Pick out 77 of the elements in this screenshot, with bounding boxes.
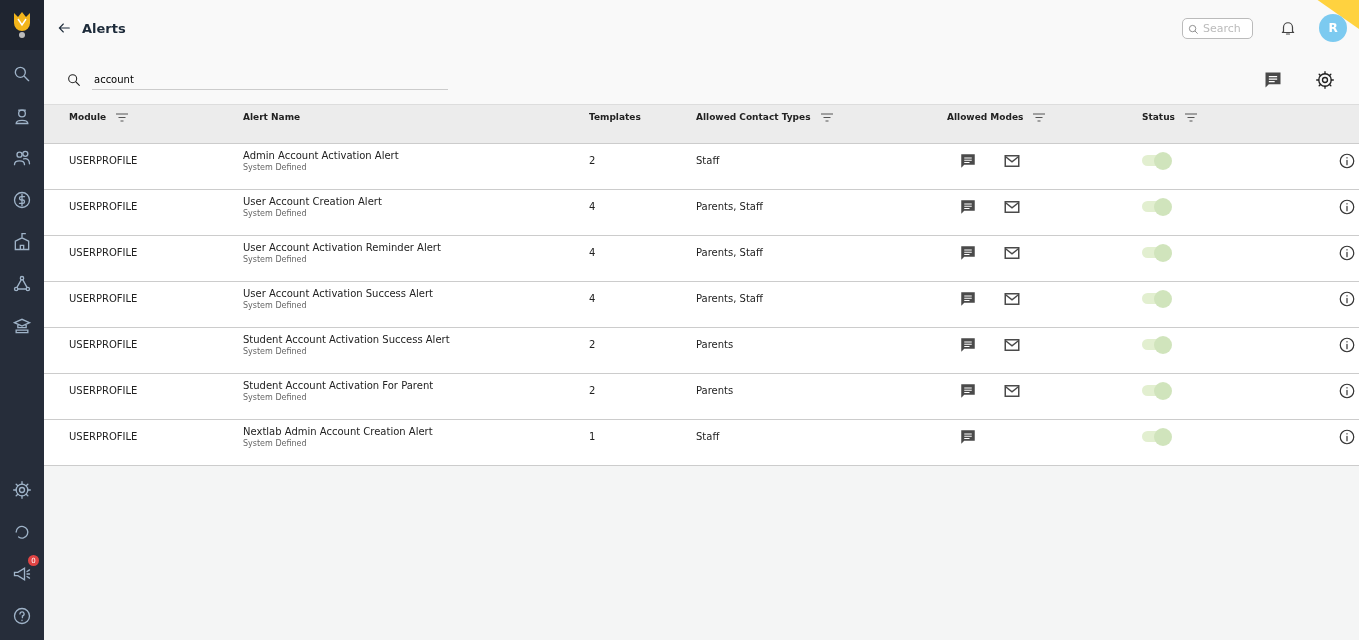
help-icon[interactable]: [12, 606, 32, 626]
logo-icon[interactable]: [12, 11, 32, 39]
alert-type: System Defined: [243, 162, 308, 172]
search-icon[interactable]: [12, 64, 32, 84]
column-header: Allowed Contact Types: [696, 112, 811, 122]
table-cell-text: 1: [589, 431, 597, 443]
megaphone-icon[interactable]: [12, 564, 32, 584]
alert-type: System Defined: [243, 392, 308, 402]
table-cell-text: Staff: [696, 155, 721, 167]
table-cell-text: 4: [589, 293, 597, 305]
people-icon[interactable]: [12, 148, 32, 168]
table-cell-text: USERPROFILE: [69, 247, 139, 259]
info-icon[interactable]: [1338, 243, 1356, 262]
alert-name: User Account Creation Alert: [243, 195, 383, 207]
filter-icon[interactable]: [116, 112, 129, 122]
page-title: Alerts: [82, 20, 126, 36]
message-icon: [959, 197, 977, 216]
alert-name: Student Account Activation Success Alert: [243, 333, 451, 345]
bell-icon[interactable]: [1279, 19, 1297, 37]
alert-type: System Defined: [243, 438, 308, 448]
alert-name: User Account Activation Reminder Alert: [243, 241, 442, 253]
message-icon: [959, 427, 977, 446]
table-cell-text: Staff: [696, 431, 721, 443]
building-icon[interactable]: [12, 232, 32, 252]
message-icon: [959, 335, 977, 354]
table-cell-text: USERPROFILE: [69, 201, 139, 213]
alert-type: System Defined: [243, 346, 308, 356]
settings-icon[interactable]: [12, 480, 32, 500]
table-cell-text: Parents, Staff: [696, 247, 764, 259]
alert-type: System Defined: [243, 300, 308, 310]
column-header: Templates: [589, 112, 641, 122]
table-cell-text: Parents: [696, 385, 735, 397]
alert-name: Admin Account Activation Alert: [243, 149, 400, 161]
table-cell-text: 4: [589, 201, 597, 213]
network-icon[interactable]: [12, 274, 32, 294]
table-cell-text: USERPROFILE: [69, 155, 139, 167]
message-icon: [959, 381, 977, 400]
search-icon[interactable]: [66, 72, 82, 88]
info-icon[interactable]: [1338, 427, 1356, 446]
column-header: Module: [69, 112, 107, 122]
table-cell-text: USERPROFILE: [69, 293, 139, 305]
column-header: Allowed Modes: [947, 112, 1024, 122]
column-header: Status: [1142, 112, 1175, 122]
table-cell-text: 2: [589, 339, 597, 351]
table-cell-text: Parents, Staff: [696, 201, 764, 213]
alert-name: Student Account Activation For Parent: [243, 379, 435, 391]
alert-type: System Defined: [243, 254, 308, 264]
settings-icon[interactable]: [1315, 70, 1335, 90]
table-cell-text: USERPROFILE: [69, 431, 139, 443]
table-cell-text: Parents: [696, 339, 735, 351]
search-input[interactable]: account: [92, 70, 448, 90]
info-icon[interactable]: [1338, 381, 1356, 400]
column-header: Alert Name: [243, 112, 301, 122]
table-cell-text: USERPROFILE: [69, 339, 139, 351]
message-icon[interactable]: [1263, 70, 1283, 90]
graduation-cap-icon[interactable]: [12, 316, 32, 336]
table-cell-text: USERPROFILE: [69, 385, 139, 397]
filter-icon[interactable]: [820, 112, 833, 122]
table-cell-text: 2: [589, 385, 597, 397]
alert-name: User Account Activation Success Alert: [243, 287, 434, 299]
message-icon: [959, 289, 977, 308]
table-cell-text: 2: [589, 155, 597, 167]
info-icon[interactable]: [1338, 335, 1356, 354]
info-icon[interactable]: [1338, 197, 1356, 216]
alert-name: Nextlab Admin Account Creation Alert: [243, 425, 434, 437]
message-icon: [959, 243, 977, 262]
filter-icon[interactable]: [1033, 112, 1046, 122]
message-icon: [959, 151, 977, 170]
table-cell-text: 4: [589, 247, 597, 259]
table-cell-text: Parents, Staff: [696, 293, 764, 305]
search-field[interactable]: Search: [1182, 17, 1253, 39]
filter-icon[interactable]: [1184, 112, 1197, 122]
info-icon[interactable]: [1338, 289, 1356, 308]
back-arrow-icon[interactable]: [56, 20, 72, 36]
info-icon[interactable]: [1338, 151, 1356, 170]
dollar-icon[interactable]: [12, 190, 32, 210]
alert-type: System Defined: [243, 208, 308, 218]
